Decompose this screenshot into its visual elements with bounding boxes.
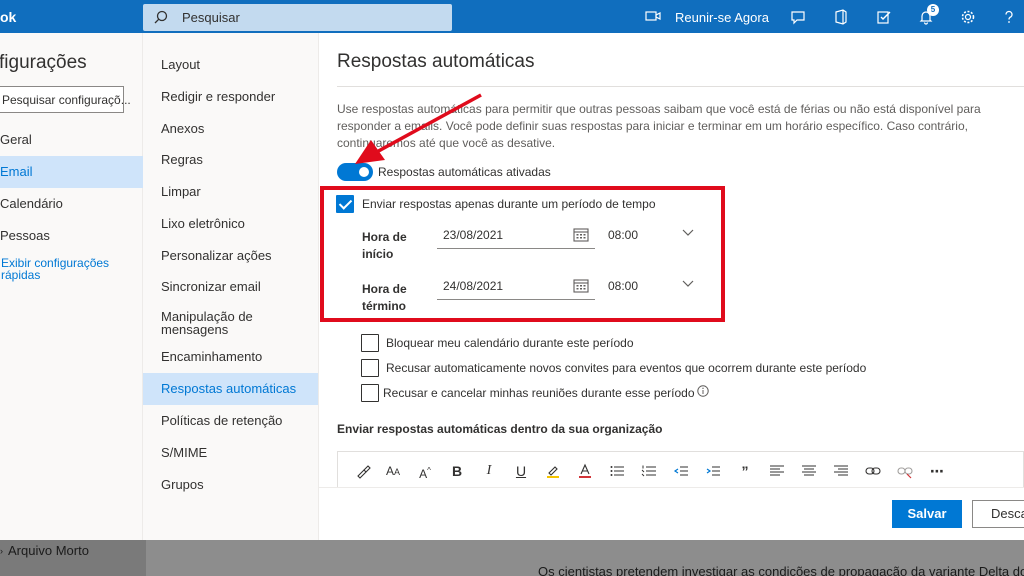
meet-now-button[interactable]: Reunir-se Agora — [675, 10, 769, 25]
todo-icon[interactable] — [876, 9, 892, 25]
help-icon[interactable] — [1001, 9, 1017, 25]
annotation-arrow-icon — [355, 93, 482, 164]
nav-message-handling[interactable]: Manipulação de mensagens — [143, 307, 263, 337]
nav-automatic-replies[interactable]: Respostas automáticas — [143, 373, 318, 405]
format-painter-icon[interactable] — [354, 462, 372, 480]
numbering-icon[interactable] — [640, 462, 658, 480]
start-time-value: 08:00 — [608, 228, 639, 242]
block-calendar-label: Bloquear meu calendário durante este per… — [386, 336, 634, 350]
font-color-icon[interactable] — [576, 462, 594, 480]
cancel-meetings-label: Recusar e cancelar minhas reuniões duran… — [383, 386, 695, 400]
office-icon[interactable] — [833, 9, 849, 25]
inside-org-heading: Enviar respostas automáticas dentro da s… — [337, 422, 663, 436]
nav-sync-email[interactable]: Sincronizar email — [143, 271, 318, 303]
end-time-select[interactable]: 08:00 — [608, 274, 696, 300]
discard-button[interactable]: Descartar — [972, 500, 1024, 528]
app-brand[interactable]: ok — [0, 9, 16, 25]
calendar-icon[interactable] — [573, 278, 589, 293]
info-icon[interactable] — [697, 385, 709, 397]
category-calendar[interactable]: Calendário — [0, 188, 143, 220]
end-time-value: 08:00 — [608, 279, 639, 293]
settings-search-placeholder: Pesquisar configuraçõ... — [2, 93, 131, 107]
reply-editor-toolbar: AA A^ B I U ” ⋯ — [337, 451, 1024, 487]
start-time-label: Hora de início — [362, 230, 407, 261]
highlight-icon[interactable] — [544, 462, 562, 480]
save-button[interactable]: Salvar — [892, 500, 962, 528]
end-date-input[interactable]: 24/08/2021 — [437, 274, 595, 300]
nav-compose-reply[interactable]: Redigir e responder — [143, 81, 318, 113]
increase-indent-icon[interactable] — [704, 462, 722, 480]
chevron-down-icon — [682, 229, 694, 236]
end-date-value: 24/08/2021 — [443, 279, 504, 293]
category-general[interactable]: Geral — [0, 124, 143, 156]
top-bar: ok Pesquisar Reunir-se Agora 5 — [0, 0, 1024, 33]
align-right-icon[interactable] — [832, 462, 850, 480]
cancel-meetings-checkbox[interactable] — [361, 384, 379, 402]
start-date-input[interactable]: 23/08/2021 — [437, 223, 595, 249]
quick-settings-link[interactable]: Exibir configurações rápidas — [1, 257, 131, 281]
decrease-indent-icon[interactable] — [672, 462, 690, 480]
chevron-down-icon — [682, 280, 694, 287]
nav-sweep[interactable]: Limpar — [143, 176, 318, 208]
mail-background: › Arquivo Morto Os cientistas pretendem … — [0, 540, 1024, 576]
nav-rules[interactable]: Regras — [143, 144, 318, 176]
italic-icon[interactable]: I — [480, 462, 498, 480]
settings-dialog: figurações Pesquisar configuraçõ... Gera… — [0, 33, 1024, 540]
grow-font-icon[interactable]: A^ — [416, 462, 434, 481]
gear-icon[interactable] — [960, 9, 976, 25]
nav-attachments[interactable]: Anexos — [143, 113, 318, 145]
start-date-value: 23/08/2021 — [443, 228, 504, 242]
title-divider — [337, 86, 1024, 87]
nav-forwarding[interactable]: Encaminhamento — [143, 341, 318, 373]
font-size-icon[interactable]: AA — [384, 462, 402, 480]
underline-icon[interactable]: U — [512, 462, 530, 480]
folder-archive[interactable]: Arquivo Morto — [8, 543, 89, 558]
bullets-icon[interactable] — [608, 462, 626, 480]
chat-icon[interactable] — [790, 9, 806, 25]
search-icon — [154, 10, 168, 24]
decline-invites-checkbox[interactable] — [361, 359, 379, 377]
video-camera-icon[interactable] — [645, 10, 661, 22]
search-placeholder: Pesquisar — [182, 10, 240, 25]
bold-icon[interactable]: B — [448, 462, 466, 480]
pane-title: Respostas automáticas — [337, 51, 535, 72]
collapse-icon: › — [0, 546, 3, 556]
align-center-icon[interactable] — [800, 462, 818, 480]
footer-divider — [319, 487, 1024, 488]
nav-customize-actions[interactable]: Personalizar ações — [143, 240, 318, 272]
email-settings-nav: Layout Redigir e responder Anexos Regras… — [143, 33, 319, 540]
nav-smime[interactable]: S/MIME — [143, 437, 318, 469]
link-icon[interactable] — [864, 462, 882, 480]
unlink-icon[interactable] — [896, 462, 914, 480]
category-people[interactable]: Pessoas — [0, 220, 143, 252]
settings-search-input[interactable]: Pesquisar configuraçõ... — [0, 86, 131, 113]
calendar-icon[interactable] — [573, 227, 589, 242]
nav-junk[interactable]: Lixo eletrônico — [143, 208, 318, 240]
message-preview[interactable]: Os cientistas pretendem investigar as co… — [538, 564, 1024, 576]
block-calendar-checkbox[interactable] — [361, 334, 379, 352]
settings-categories: figurações Pesquisar configuraçõ... Gera… — [0, 33, 143, 540]
decline-invites-label: Recusar automaticamente novos convites p… — [386, 361, 867, 375]
settings-title: figurações — [0, 52, 87, 73]
more-options-icon[interactable]: ⋯ — [928, 462, 946, 480]
nav-layout[interactable]: Layout — [143, 49, 318, 81]
period-checkbox-label: Enviar respostas apenas durante um perío… — [362, 197, 656, 211]
global-search-box[interactable]: Pesquisar — [143, 4, 452, 31]
quote-icon[interactable]: ” — [736, 462, 754, 480]
start-time-select[interactable]: 08:00 — [608, 223, 696, 249]
notification-badge: 5 — [927, 4, 939, 16]
nav-retention-policies[interactable]: Políticas de retenção — [143, 405, 318, 437]
category-email[interactable]: Email — [0, 156, 143, 188]
align-left-icon[interactable] — [768, 462, 786, 480]
end-time-label: Hora de término — [362, 282, 407, 313]
nav-groups[interactable]: Grupos — [143, 469, 318, 501]
period-checkbox[interactable] — [336, 195, 354, 213]
